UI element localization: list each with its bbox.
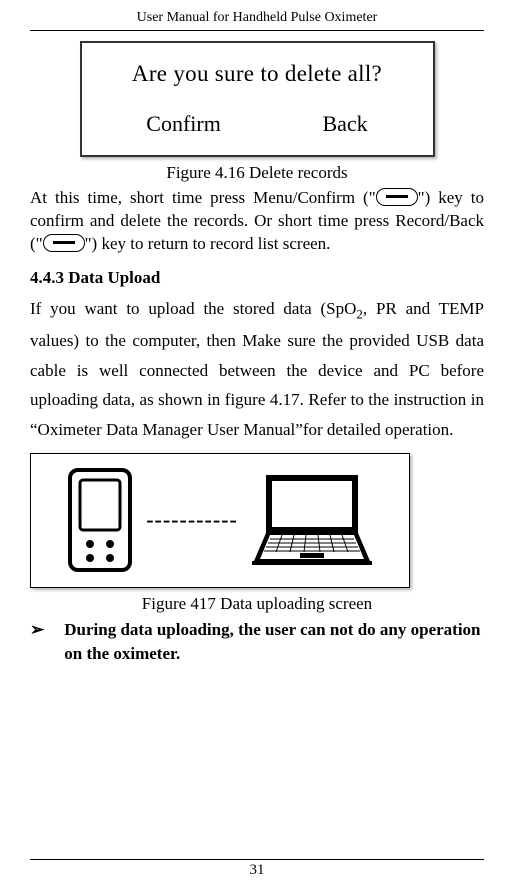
paragraph-upload-instructions: If you want to upload the stored data (S… (30, 294, 484, 445)
oximeter-device-icon (68, 468, 132, 572)
figure-4-17-caption: Figure 417 Data uploading screen (30, 594, 484, 614)
header-title: User Manual for Handheld Pulse Oximeter (137, 10, 378, 25)
bullet-marker-icon: ➢ (30, 618, 44, 666)
confirm-button-label: Confirm (146, 111, 221, 137)
connection-dashes: ----------- (146, 507, 238, 533)
section-heading-data-upload: 4.4.3 Data Upload (30, 268, 484, 288)
bullet-text: During data uploading, the user can not … (64, 618, 484, 666)
figure-data-upload: ----------- (30, 453, 410, 588)
p2-text1: If you want to upload the stored data (S… (30, 299, 356, 318)
record-back-key-icon (43, 234, 85, 252)
dialog-buttons-row: Confirm Back (96, 111, 419, 137)
figure-4-16-caption: Figure 4.16 Delete records (30, 163, 484, 183)
menu-confirm-key-icon (376, 188, 418, 206)
laptop-icon (252, 473, 372, 567)
page-footer: 31 (30, 859, 484, 879)
p1-text1: At this time, short time press Menu/Conf… (30, 188, 376, 207)
dialog-title: Are you sure to delete all? (96, 61, 419, 87)
back-button-label: Back (322, 111, 367, 137)
delete-confirmation-dialog: Are you sure to delete all? Confirm Back (80, 41, 435, 157)
warning-bullet-item: ➢ During data uploading, the user can no… (30, 618, 484, 666)
paragraph-delete-instructions: At this time, short time press Menu/Conf… (30, 187, 484, 256)
p1-text3: ") key to return to record list screen. (85, 234, 331, 253)
page-header: User Manual for Handheld Pulse Oximeter (30, 10, 484, 31)
page-number: 31 (250, 862, 265, 878)
p2-text2: , PR and TEMP values) to the computer, t… (30, 299, 484, 439)
